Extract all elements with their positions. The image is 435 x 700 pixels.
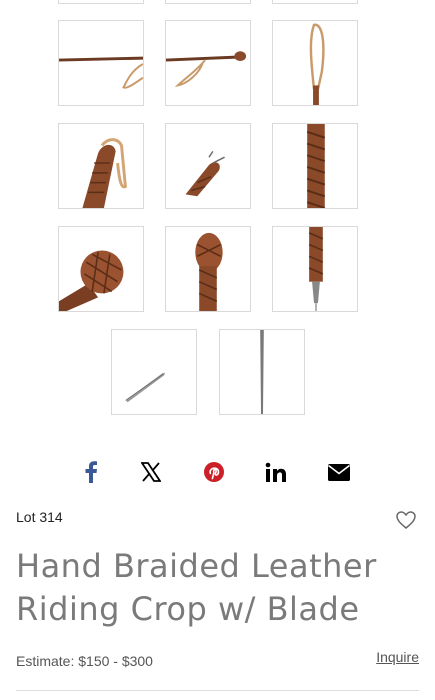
linkedin-icon[interactable]: [261, 457, 291, 487]
estimate-text: Estimate: $150 - $300: [16, 653, 153, 669]
gallery-thumbnail[interactable]: [111, 329, 197, 415]
gallery-thumbnail[interactable]: [272, 0, 358, 4]
gallery-thumbnail[interactable]: [58, 20, 144, 106]
gallery-thumbnail[interactable]: [58, 0, 144, 4]
facebook-icon[interactable]: [76, 457, 106, 487]
gallery-thumbnail[interactable]: [165, 20, 251, 106]
gallery-thumbnail[interactable]: [272, 20, 358, 106]
gallery-thumbnail[interactable]: [272, 123, 358, 209]
gallery-thumbnail[interactable]: [165, 123, 251, 209]
gallery-thumbnail[interactable]: [58, 123, 144, 209]
x-icon[interactable]: [136, 457, 166, 487]
lot-number: Lot 314: [16, 509, 63, 525]
inquire-link[interactable]: Inquire: [376, 649, 419, 665]
page-title: Hand Braided Leather Riding Crop w/ Blad…: [16, 547, 377, 628]
gallery-thumbnail[interactable]: [165, 226, 251, 312]
gallery-thumbnail[interactable]: [272, 226, 358, 312]
email-icon[interactable]: [324, 457, 354, 487]
divider: [16, 690, 419, 691]
gallery-thumbnail[interactable]: [219, 329, 305, 415]
gallery-thumbnail[interactable]: [165, 0, 251, 4]
gallery-thumbnail[interactable]: [58, 226, 144, 312]
heart-icon[interactable]: [395, 509, 417, 531]
pinterest-icon[interactable]: [199, 457, 229, 487]
